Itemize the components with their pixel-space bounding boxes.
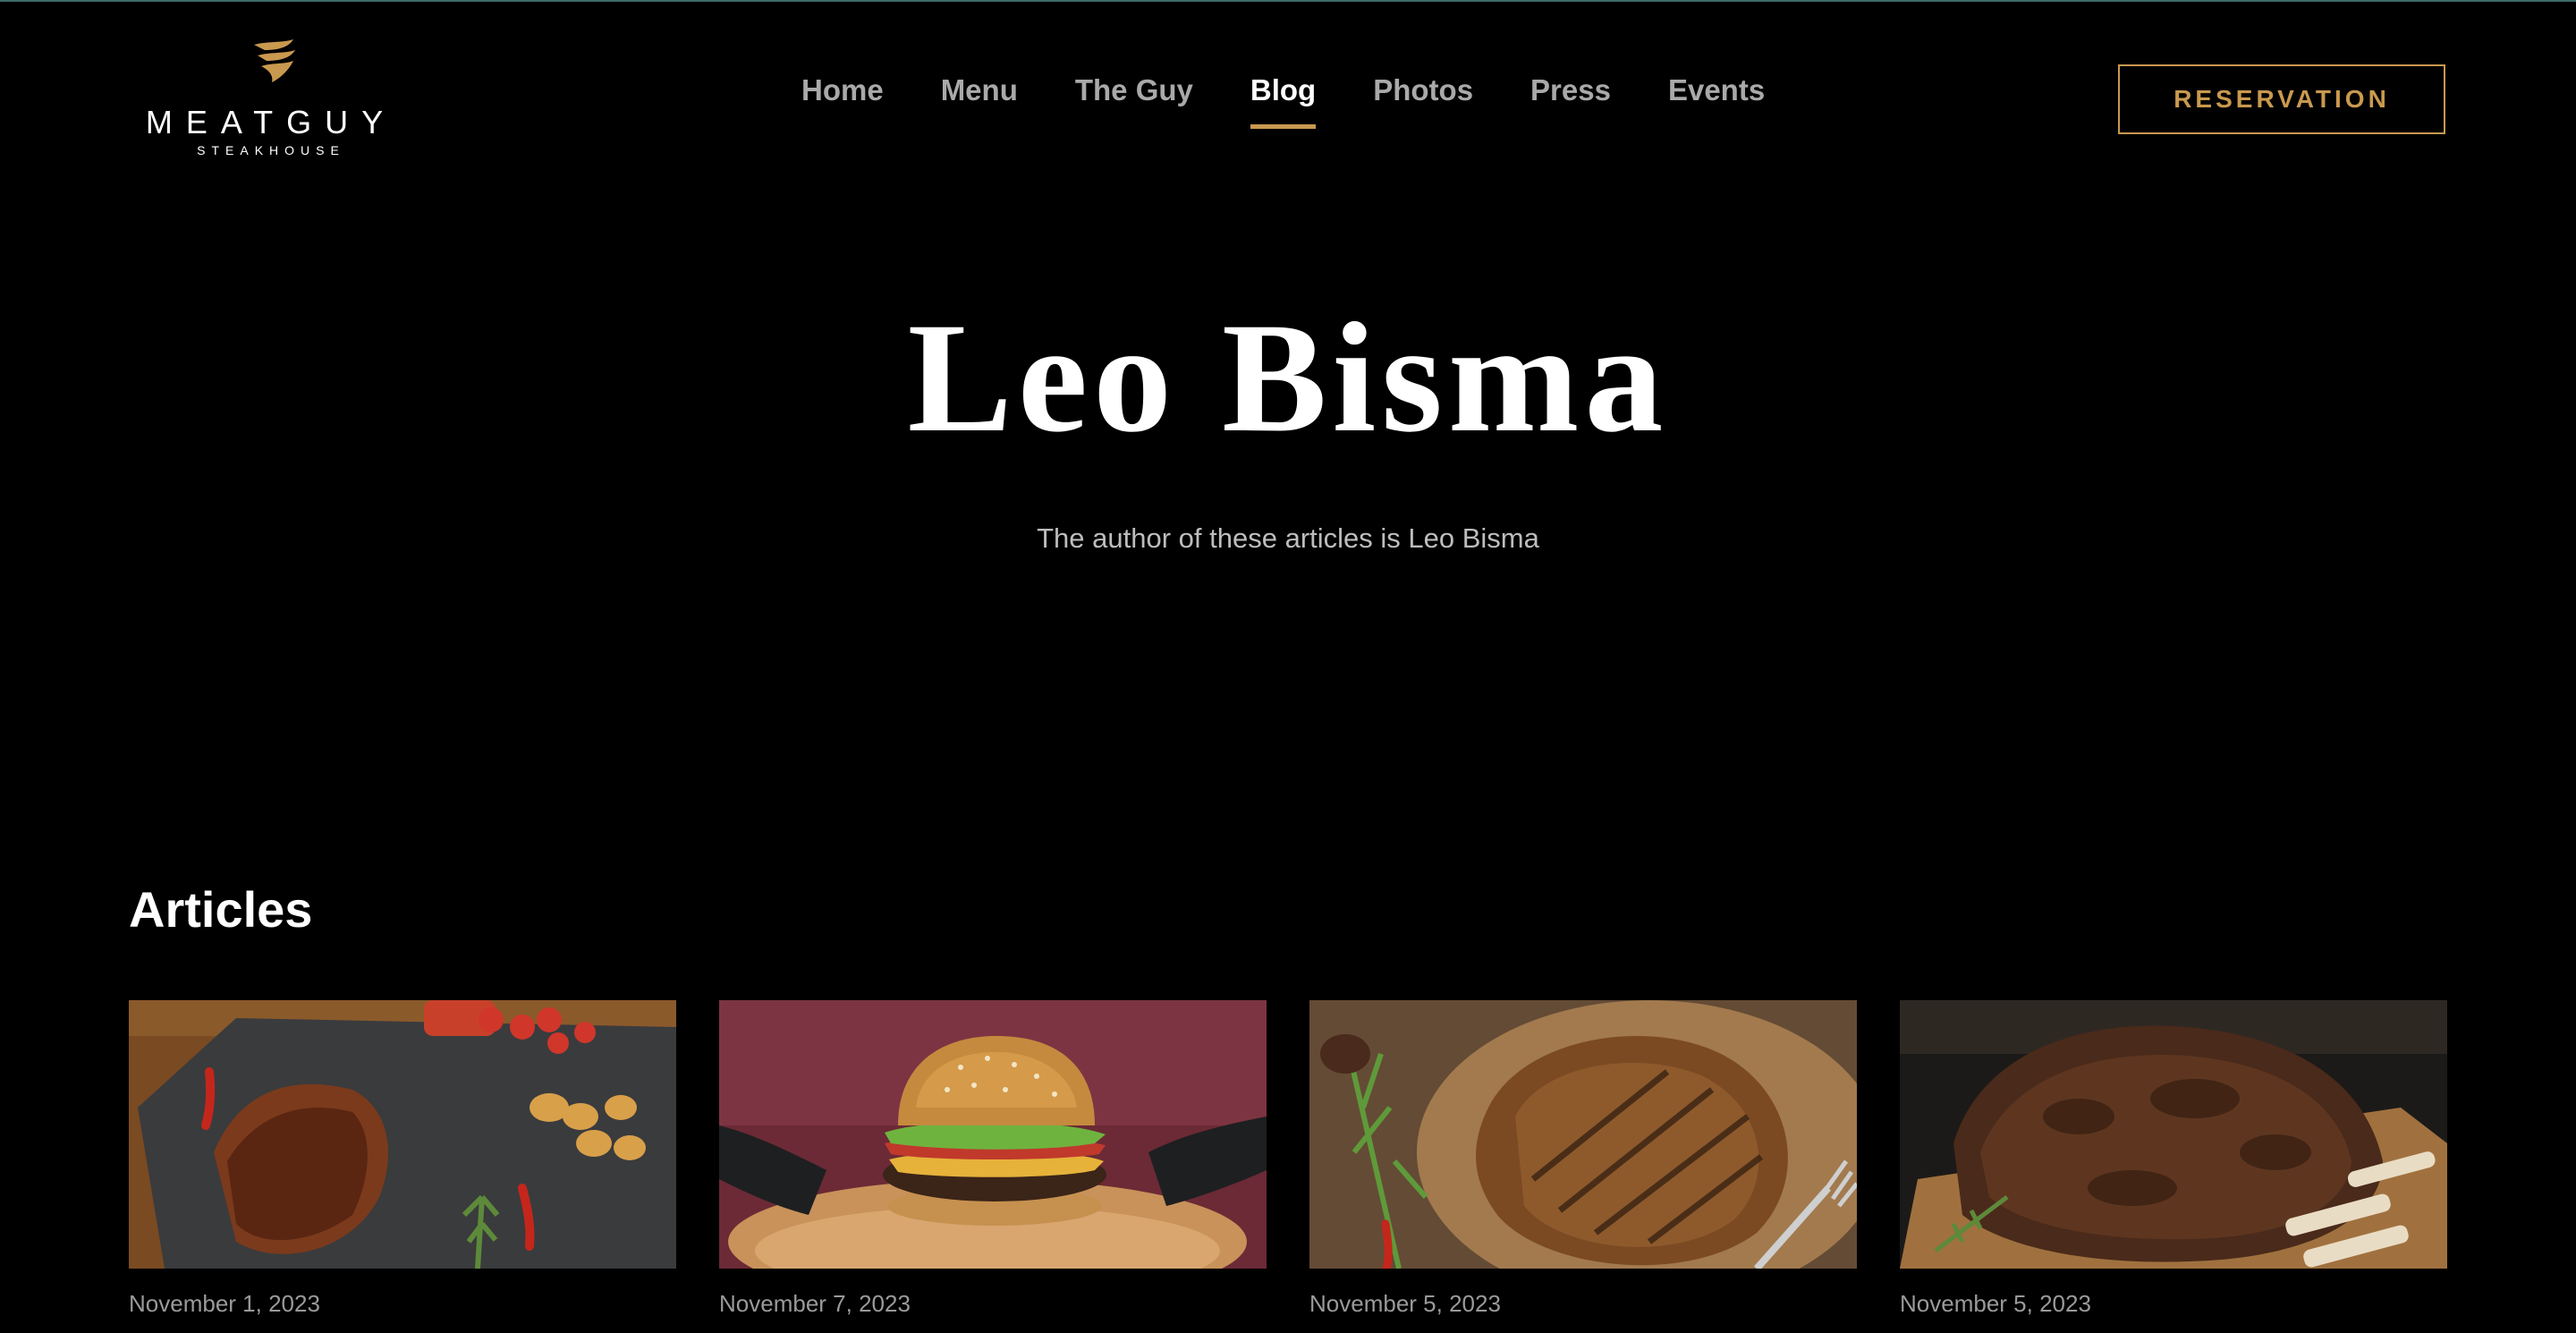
brand-logo[interactable]: MEATGUY STEAKHOUSE	[143, 39, 399, 161]
articles-grid: November 1, 2023 November 7, 2023 Novemb…	[129, 1000, 2447, 1333]
brand-name: MEATGUY	[145, 104, 397, 140]
article-image-prime-rib[interactable]	[1900, 1000, 2447, 1269]
nav-item-photos[interactable]: Photos	[1373, 73, 1473, 107]
article-card[interactable]: November 5, 2023	[1900, 1000, 2447, 1318]
nav-item-events[interactable]: Events	[1668, 73, 1765, 107]
nav-item-press[interactable]: Press	[1530, 73, 1611, 107]
nav-item-the-guy[interactable]: The Guy	[1075, 73, 1193, 107]
page-title: Leo Bisma	[907, 291, 1669, 465]
article-card[interactable]: November 1, 2023	[129, 1000, 676, 1318]
article-date: November 5, 2023	[1309, 1290, 1501, 1317]
nav-item-home[interactable]: Home	[801, 73, 884, 107]
article-date: November 5, 2023	[1900, 1290, 2091, 1317]
article-image-burger[interactable]	[719, 1000, 1267, 1269]
main-nav: Home Menu The Guy Blog Photos Press Even…	[801, 73, 1822, 129]
article-image-steak[interactable]	[1309, 1000, 1857, 1269]
nav-item-menu[interactable]: Menu	[941, 73, 1018, 107]
article-date: November 7, 2023	[719, 1290, 911, 1317]
reservation-button[interactable]: RESERVATION	[2118, 64, 2445, 134]
article-card[interactable]: November 5, 2023	[1309, 1000, 1857, 1318]
page-subtitle: The author of these articles is Leo Bism…	[1037, 522, 1539, 554]
nav-item-blog[interactable]: Blog	[1250, 73, 1317, 129]
articles-heading: Articles	[129, 881, 313, 938]
article-card[interactable]: November 7, 2023	[719, 1000, 1267, 1318]
brand-tagline: STEAKHOUSE	[197, 143, 345, 157]
article-date: November 1, 2023	[129, 1290, 320, 1317]
logo-icon	[254, 39, 295, 82]
article-image-ribs[interactable]	[129, 1000, 676, 1269]
